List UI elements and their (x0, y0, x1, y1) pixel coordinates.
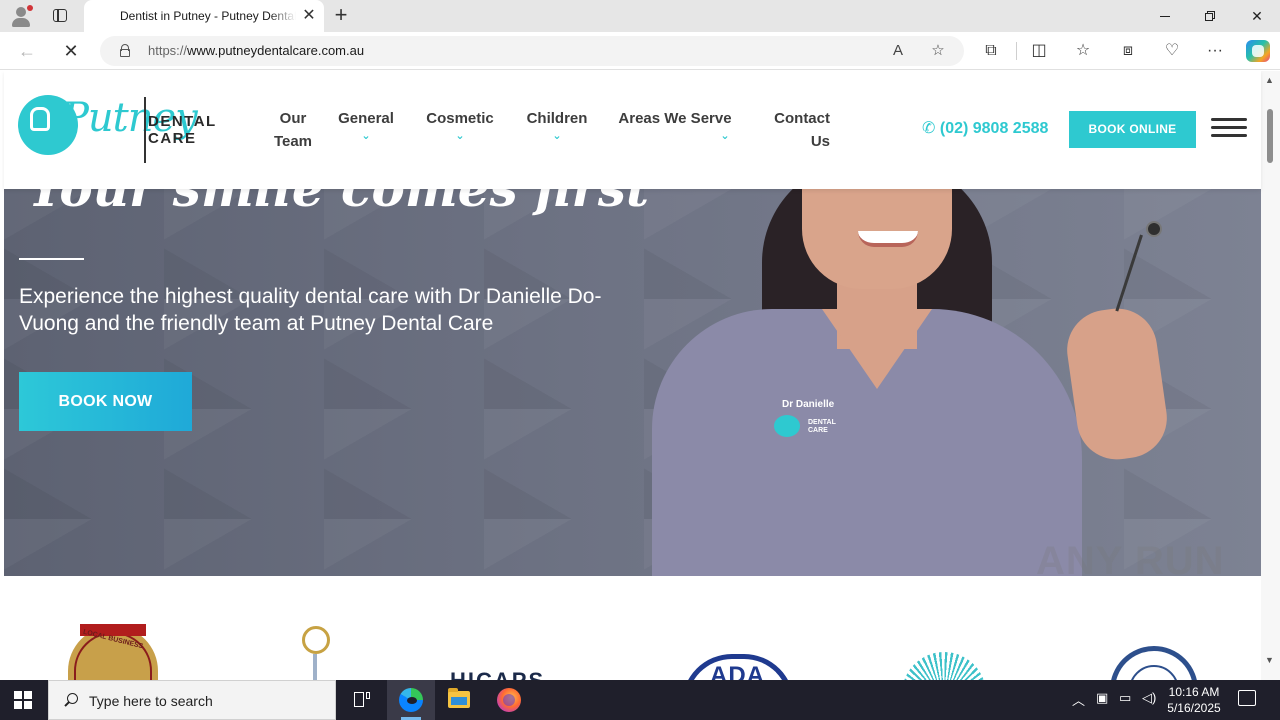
local-business-award-logo: LOCAL BUSINESS (68, 624, 158, 680)
ada-logo-text: ADA (710, 662, 765, 680)
scrubs-badge-name: Dr Danielle (782, 399, 835, 410)
read-aloud-icon[interactable]: A (888, 41, 908, 61)
settings-menu-icon[interactable]: ··· (1204, 40, 1226, 62)
new-tab-button[interactable]: + (330, 4, 352, 27)
logo-divider (144, 97, 146, 163)
scroll-down-icon[interactable]: ▼ (1265, 655, 1274, 665)
hamburger-menu-icon[interactable] (1211, 118, 1247, 140)
nav-cosmetic[interactable]: Cosmetic ⌄ (419, 107, 501, 142)
url-text[interactable]: https://www.putneydentalcare.com.au (148, 43, 364, 58)
nav-children[interactable]: Children ⌄ (518, 107, 596, 142)
fan-society-logo (902, 652, 986, 680)
search-icon (61, 691, 81, 711)
copilot-icon[interactable] (1246, 40, 1270, 62)
windows-taskbar: Type here to search ︿ ▣ ▭ ◁) 10:16 AM 5/… (0, 680, 1280, 720)
taskbar-search[interactable]: Type here to search (48, 680, 336, 720)
site-logo[interactable]: Putney DENTAL CARE (18, 91, 224, 167)
tab-close-icon[interactable]: ✕ (300, 7, 318, 25)
back-arrow-icon[interactable]: ← (16, 40, 38, 62)
dental-mirror-icon (1115, 234, 1143, 312)
browser-tab-strip: Dentist in Putney - Putney Dental Care ✕… (0, 0, 1280, 32)
chevron-down-icon: ⌄ (552, 130, 562, 142)
page-viewport: Putney DENTAL CARE Our Team General ⌄ Cos… (0, 71, 1280, 680)
address-bar[interactable]: https://www.putneydentalcare.com.au A ☆ (100, 36, 964, 66)
windows-start-icon[interactable] (14, 691, 32, 709)
anyrun-watermark: ANY RUN (1036, 539, 1225, 583)
nav-contact-us[interactable]: Contact Us (758, 107, 830, 153)
phone-icon: ✆ (922, 120, 936, 137)
task-view-icon[interactable] (338, 680, 386, 720)
toolbar-divider (1016, 42, 1017, 60)
hero-subtitle: Experience the highest quality dental ca… (19, 285, 602, 335)
profile-icon[interactable] (10, 5, 33, 27)
collections-icon[interactable]: ⧈ (1117, 40, 1139, 62)
hero-banner: Dr Danielle DENTALCARE Your smile comes … (4, 189, 1261, 576)
tab-actions-icon[interactable] (50, 6, 70, 26)
window-minimize-button[interactable] (1142, 0, 1188, 32)
stop-loading-icon[interactable]: ✕ (60, 40, 82, 62)
network-icon[interactable]: ▭ (1119, 690, 1131, 706)
page-scrollbar[interactable]: ▲ ▼ (1261, 71, 1280, 680)
scrubs-logo-text: DENTAL CARE (808, 419, 836, 434)
scrubs-logo-icon (774, 415, 800, 437)
trophy-award-logo (296, 626, 336, 680)
scrollbar-thumb[interactable] (1267, 109, 1273, 163)
clock-date: 5/16/2025 (1167, 701, 1221, 715)
scroll-up-icon[interactable]: ▲ (1265, 75, 1274, 85)
seal-logo (1110, 646, 1198, 680)
chevron-down-icon: ⌄ (361, 130, 371, 142)
file-explorer-icon[interactable] (435, 680, 483, 720)
book-now-button[interactable]: BOOK NOW (19, 372, 192, 431)
split-screen-icon[interactable]: ◫ (1028, 40, 1050, 62)
taskbar-search-placeholder: Type here to search (89, 693, 213, 709)
hicaps-logo: HICAPS (450, 668, 545, 680)
performance-icon[interactable]: ♡ (1161, 40, 1183, 62)
chevron-down-icon: ⌄ (720, 130, 730, 142)
dentist-photo: Dr Danielle DENTAL CARE (652, 189, 1172, 576)
notification-icon[interactable] (1238, 690, 1256, 706)
hero-title: Your smile comes first (28, 189, 649, 218)
taskbar-clock[interactable]: 10:16 AM 5/16/2025 (1158, 684, 1230, 716)
nav-general[interactable]: General ⌄ (331, 107, 401, 142)
favorites-icon[interactable]: ☆ (1072, 40, 1094, 62)
volume-icon[interactable]: ◁) (1142, 690, 1156, 706)
logo-wordmark: DENTAL CARE (148, 113, 217, 147)
extensions-icon[interactable]: ⧉ (980, 40, 1002, 62)
window-restore-button[interactable] (1188, 0, 1234, 32)
book-online-button[interactable]: BOOK ONLINE (1069, 111, 1196, 148)
browser-toolbar: ← ✕ https://www.putneydentalcare.com.au … (0, 32, 1280, 70)
hero-divider (19, 258, 84, 260)
tab-title: Dentist in Putney - Putney Dental Care (120, 9, 296, 23)
nav-areas-we-serve[interactable]: Areas We Serve ⌄ (610, 107, 740, 142)
chevron-down-icon: ⌄ (455, 130, 465, 142)
accreditation-logos: LOCAL BUSINESS HICAPS ADA (4, 576, 1261, 680)
edge-taskbar-icon[interactable] (387, 680, 435, 720)
browser-tab-active[interactable]: Dentist in Putney - Putney Dental Care ✕ (84, 0, 324, 32)
window-close-button[interactable]: ✕ (1234, 0, 1280, 32)
site-header: Putney DENTAL CARE Our Team General ⌄ Cos… (4, 71, 1261, 189)
lock-icon[interactable] (120, 44, 130, 57)
tray-chevron-icon[interactable]: ︿ (1072, 690, 1085, 709)
firefox-icon[interactable] (485, 680, 533, 720)
nav-our-team[interactable]: Our Team (258, 107, 328, 153)
phone-number: (02) 9808 2588 (939, 120, 1049, 137)
tray-meet-icon[interactable]: ▣ (1096, 690, 1108, 706)
phone-link[interactable]: ✆ (02) 9808 2588 (922, 118, 1048, 138)
favorite-star-icon[interactable]: ☆ (928, 41, 948, 61)
clock-time: 10:16 AM (1168, 685, 1220, 699)
